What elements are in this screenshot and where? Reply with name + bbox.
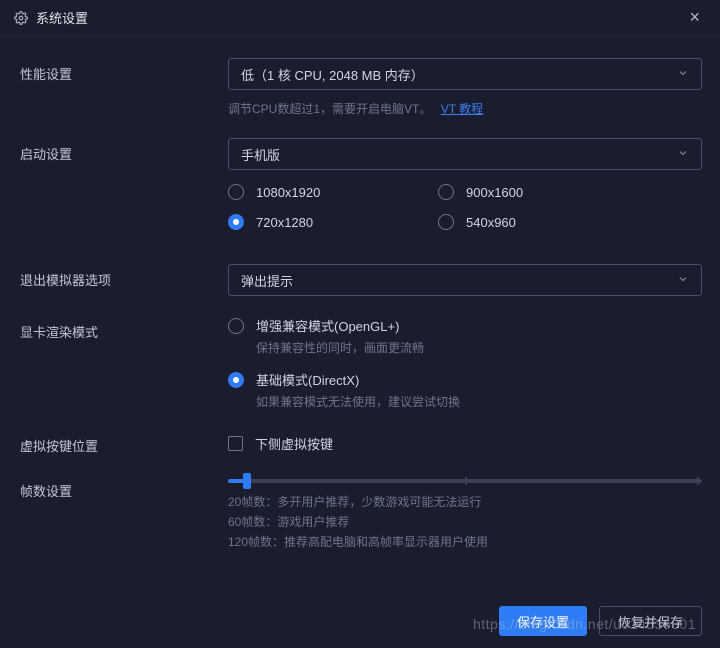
- slider-tick: [697, 477, 699, 485]
- render-directx-hint: 如果兼容模式无法使用，建议尝试切换: [256, 393, 702, 410]
- radio-icon: [228, 184, 244, 200]
- fps-label: 帧数设置: [20, 475, 228, 500]
- fps-hint-20: 20帧数：多开用户推荐，少数游戏可能无法运行: [228, 493, 702, 511]
- exit-label: 退出模拟器选项: [20, 264, 228, 289]
- resolution-option-900x1600[interactable]: 900x1600: [438, 184, 648, 200]
- radio-icon: [438, 214, 454, 230]
- settings-content: 性能设置 低（1 核 CPU, 2048 MB 内存） 调节CPU数超过1，需要…: [0, 36, 720, 594]
- radio-label: 720x1280: [256, 215, 313, 230]
- render-opengl-hint: 保持兼容性的同时，画面更流畅: [256, 339, 702, 356]
- fps-hint-60: 60帧数：游戏用户推荐: [228, 513, 702, 531]
- save-button[interactable]: 保存设置: [499, 606, 587, 636]
- performance-hint: 调节CPU数超过1，需要开启电脑VT。 VT 教程: [228, 100, 702, 118]
- row-virtualkeys: 虚拟按键位置 下侧虚拟按键: [20, 430, 702, 455]
- resolution-option-540x960[interactable]: 540x960: [438, 214, 648, 230]
- chevron-down-icon: [677, 273, 689, 288]
- radio-label: 1080x1920: [256, 185, 320, 200]
- exit-select-value: 弹出提示: [241, 271, 293, 290]
- radio-icon: [438, 184, 454, 200]
- fps-slider[interactable]: [228, 479, 702, 483]
- boot-select-value: 手机版: [241, 145, 280, 164]
- footer: 保存设置 恢复并保存: [0, 594, 720, 648]
- render-option-directx[interactable]: 基础模式(DirectX): [228, 370, 702, 389]
- checkbox-icon: [228, 436, 243, 451]
- performance-select[interactable]: 低（1 核 CPU, 2048 MB 内存）: [228, 58, 702, 90]
- slider-thumb[interactable]: [243, 473, 251, 489]
- row-boot: 启动设置 手机版 1080x1920 900x1600 7: [20, 138, 702, 244]
- resolution-radio-group: 1080x1920 900x1600 720x1280 540x960: [228, 184, 702, 244]
- window-titlebar: 系统设置 ×: [0, 0, 720, 36]
- gear-icon: [14, 11, 28, 25]
- checkbox-label: 下侧虚拟按键: [255, 434, 333, 453]
- row-render: 显卡渲染模式 增强兼容模式(OpenGL+) 保持兼容性的同时，画面更流畅 基础…: [20, 316, 702, 410]
- close-button[interactable]: ×: [683, 3, 706, 32]
- radio-label: 基础模式(DirectX): [256, 370, 359, 389]
- virtualkeys-label: 虚拟按键位置: [20, 430, 228, 455]
- render-label: 显卡渲染模式: [20, 316, 228, 341]
- chevron-down-icon: [677, 67, 689, 82]
- resolution-option-720x1280[interactable]: 720x1280: [228, 214, 438, 230]
- window-title: 系统设置: [36, 8, 88, 27]
- boot-label: 启动设置: [20, 138, 228, 163]
- restore-button[interactable]: 恢复并保存: [599, 606, 702, 636]
- chevron-down-icon: [677, 147, 689, 162]
- radio-icon: [228, 318, 244, 334]
- resolution-option-1080x1920[interactable]: 1080x1920: [228, 184, 438, 200]
- radio-label: 900x1600: [466, 185, 523, 200]
- slider-tick: [465, 477, 467, 485]
- render-option-opengl[interactable]: 增强兼容模式(OpenGL+): [228, 316, 702, 335]
- radio-label: 540x960: [466, 215, 516, 230]
- radio-icon: [228, 214, 244, 230]
- radio-label: 增强兼容模式(OpenGL+): [256, 316, 399, 335]
- exit-select[interactable]: 弹出提示: [228, 264, 702, 296]
- vt-tutorial-link[interactable]: VT 教程: [441, 102, 483, 116]
- row-fps: 帧数设置 20帧数：多开用户推荐，少数游戏可能无法运行 60帧数：游戏用户推荐 …: [20, 475, 702, 551]
- row-performance: 性能设置 低（1 核 CPU, 2048 MB 内存） 调节CPU数超过1，需要…: [20, 58, 702, 118]
- fps-hint-120: 120帧数：推荐高配电脑和高帧率显示器用户使用: [228, 533, 702, 551]
- performance-select-value: 低（1 核 CPU, 2048 MB 内存）: [241, 65, 424, 84]
- boot-select[interactable]: 手机版: [228, 138, 702, 170]
- virtualkeys-checkbox[interactable]: 下侧虚拟按键: [228, 430, 702, 453]
- row-exit: 退出模拟器选项 弹出提示: [20, 264, 702, 296]
- radio-icon: [228, 372, 244, 388]
- performance-label: 性能设置: [20, 58, 228, 83]
